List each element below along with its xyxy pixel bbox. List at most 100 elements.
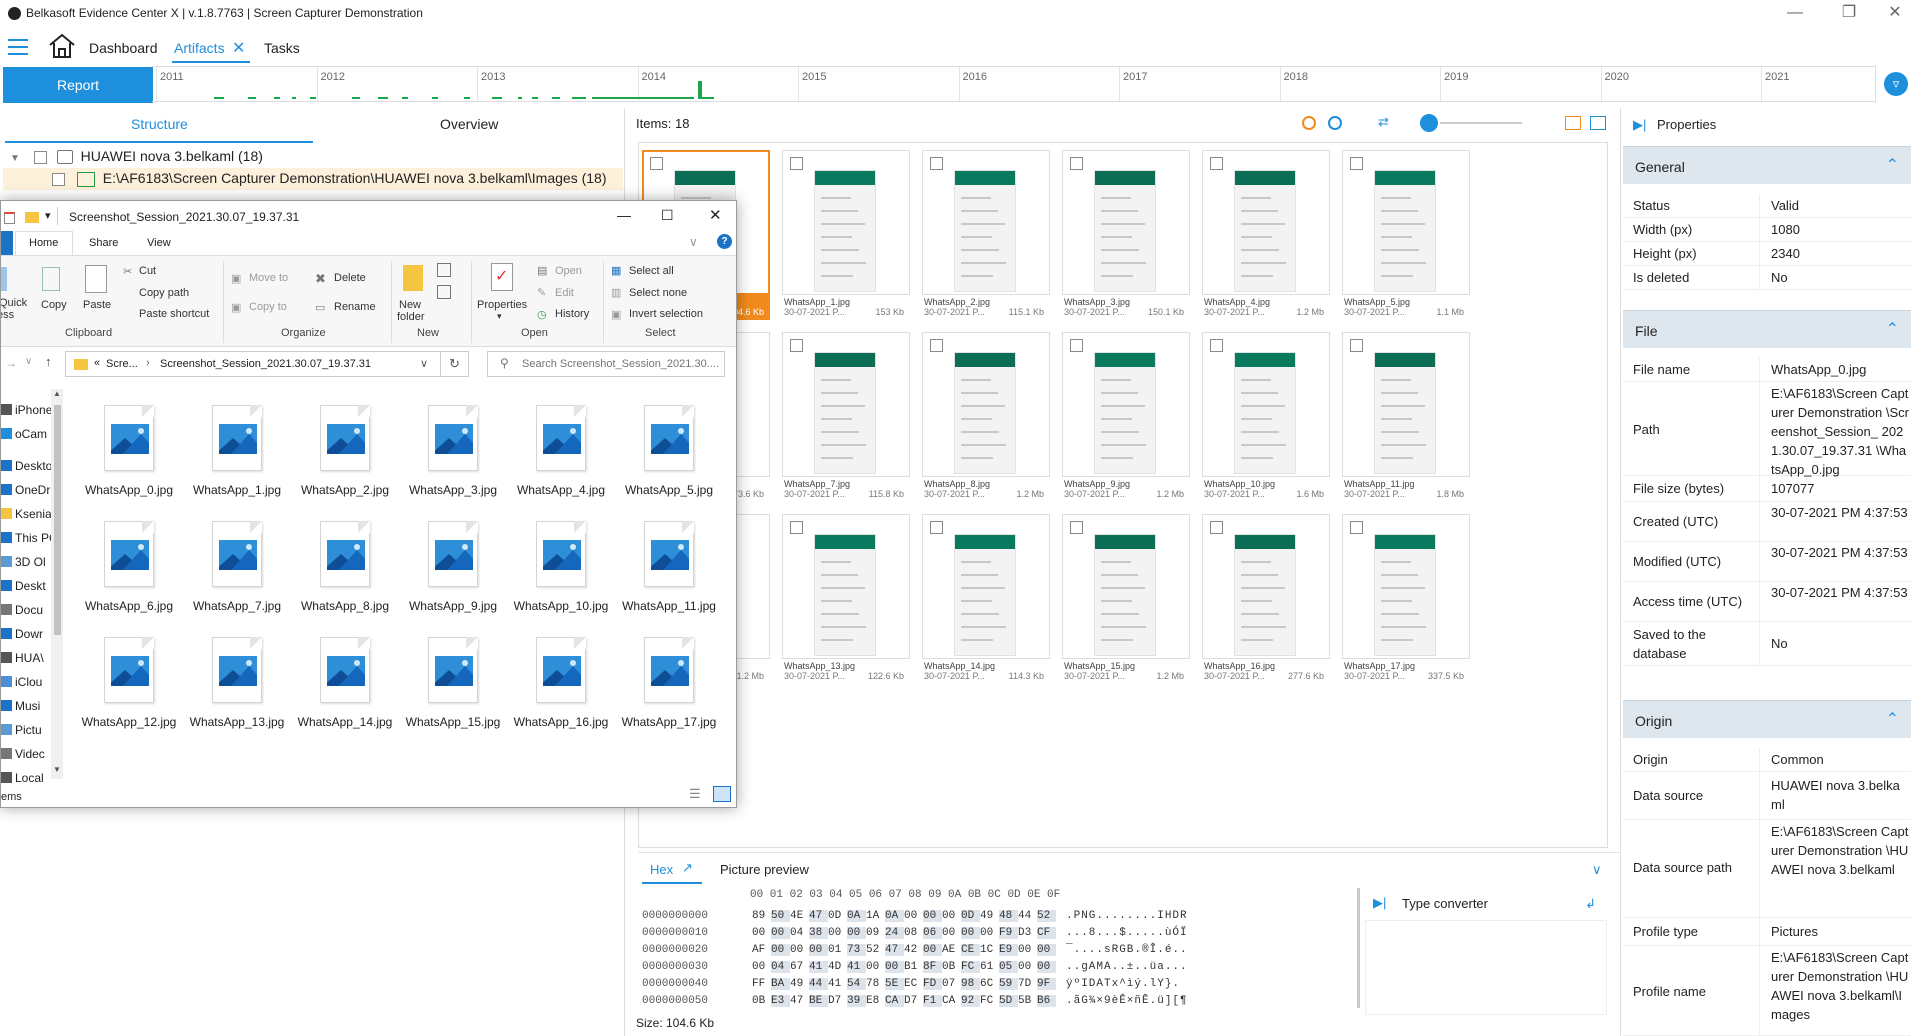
hex-byte[interactable]: 41 — [809, 961, 828, 973]
hex-byte[interactable]: 24 — [885, 927, 904, 939]
thumbnail-checkbox[interactable] — [1070, 157, 1083, 170]
tab-dashboard[interactable]: Dashboard — [89, 40, 158, 56]
thumbnail-item[interactable]: WhatsApp_17.jpg 30-07-2021 P... 337.5 Kb — [1342, 514, 1470, 686]
nav-pane-item[interactable]: Musi — [1, 699, 40, 713]
thumbnail-item[interactable]: WhatsApp_5.jpg 30-07-2021 P... 1.1 Mb — [1342, 150, 1470, 322]
zoom-slider[interactable] — [1440, 122, 1522, 124]
hex-byte[interactable]: 49 — [980, 910, 999, 922]
file-item[interactable]: WhatsApp_1.jpg — [189, 405, 285, 517]
copy-path-button[interactable]: Copy path — [139, 287, 189, 299]
timeline[interactable]: 2011 2012 2013 2014 2015 2016 2017 2018 2019 2020… — [152, 66, 1876, 102]
hex-byte[interactable]: 42 — [904, 944, 923, 956]
file-item[interactable]: WhatsApp_2.jpg — [297, 405, 393, 517]
back-icon[interactable]: → — [5, 356, 17, 370]
hex-byte[interactable]: BE — [809, 995, 828, 1007]
hex-byte[interactable]: 52 — [866, 944, 885, 956]
tree-child-checkbox[interactable] — [52, 172, 65, 186]
refresh-icon[interactable] — [1328, 116, 1342, 130]
qat-dropdown-icon[interactable]: ▾ — [45, 209, 51, 222]
details-view-icon[interactable]: ☰ — [689, 786, 701, 802]
hex-byte[interactable]: 61 — [980, 961, 999, 973]
filter-icon[interactable]: ▿ — [1884, 72, 1908, 96]
hex-byte[interactable]: 4E — [790, 910, 809, 922]
tree-child[interactable]: E:\AF6183\Screen Capturer Demonstration\… — [52, 170, 606, 187]
hex-byte[interactable]: 47 — [885, 944, 904, 956]
tab-hex[interactable]: Hex — [650, 862, 673, 877]
collapse-chevron-icon[interactable]: ∨ — [1592, 862, 1602, 878]
nav-pane-item[interactable]: oCam — [1, 427, 47, 441]
hex-byte[interactable]: CA — [885, 995, 904, 1007]
nav-pane-item[interactable]: Docu — [1, 603, 43, 617]
nav-pane-item[interactable]: Ksenia — [1, 507, 52, 521]
hex-byte[interactable]: 6C — [980, 978, 999, 990]
hamburger-menu-icon[interactable] — [8, 38, 28, 55]
properties-dropdown-icon[interactable]: ▾ — [497, 311, 502, 322]
tab-artifacts[interactable]: Artifacts — [174, 40, 225, 56]
file-item[interactable]: WhatsApp_12.jpg — [81, 637, 177, 749]
hex-byte[interactable]: 73 — [847, 944, 866, 956]
nav-pane-item[interactable]: 3D Ol — [1, 555, 46, 569]
easy-access-icon[interactable] — [437, 285, 451, 299]
hex-byte[interactable]: 44 — [809, 978, 828, 990]
nav-scrollbar[interactable]: ▲ ▼ — [51, 389, 63, 779]
hex-byte[interactable]: 78 — [866, 978, 885, 990]
thumbnail-item[interactable]: WhatsApp_3.jpg 30-07-2021 P... 150.1 Kb — [1062, 150, 1190, 322]
thumbnail-item[interactable]: WhatsApp_11.jpg 30-07-2021 P... 1.8 Mb — [1342, 332, 1470, 504]
paste-button[interactable]: Paste — [83, 299, 111, 311]
file-item[interactable]: WhatsApp_5.jpg — [621, 405, 717, 517]
help-icon[interactable]: ? — [717, 234, 732, 249]
tab-picture-preview[interactable]: Picture preview — [720, 862, 809, 877]
hex-byte[interactable]: 7D — [1018, 978, 1037, 990]
nav-pane-item[interactable]: This PC — [1, 531, 58, 545]
tab-home[interactable]: Home — [29, 237, 58, 249]
explorer-close-button[interactable]: ✕ — [709, 206, 722, 224]
collapse-up-icon[interactable]: ⌃ — [1886, 155, 1899, 175]
hex-byte[interactable]: 0B — [942, 961, 961, 973]
search-box[interactable]: ⚲ — [487, 351, 725, 377]
tab-overview[interactable]: Overview — [440, 116, 498, 132]
nav-pane-item[interactable]: Dowr — [1, 627, 43, 641]
file-item[interactable]: WhatsApp_17.jpg — [621, 637, 717, 749]
section-file[interactable]: File ⌃ — [1623, 310, 1911, 348]
hex-byte[interactable]: 00 — [771, 927, 790, 939]
hex-row[interactable]: 0000000010 00 00 04 38 00 00 09 24 08 06 00 00 00 F9 D3… — [642, 927, 1188, 939]
restore-button[interactable]: ❐ — [1834, 2, 1864, 24]
hex-byte[interactable]: 00 — [885, 961, 904, 973]
hex-byte[interactable]: 00 — [809, 944, 828, 956]
breadcrumb-current[interactable]: Screenshot_Session_2021.30.07_19.37.31 — [160, 358, 371, 370]
file-item[interactable]: WhatsApp_7.jpg — [189, 521, 285, 633]
hex-byte[interactable]: BA — [771, 978, 790, 990]
tree-root[interactable]: ▼ HUAWEI nova 3.belkaml (18) — [10, 148, 263, 165]
thumbnail-checkbox[interactable] — [1070, 339, 1083, 352]
hex-byte[interactable]: 38 — [809, 927, 828, 939]
hex-byte[interactable]: 98 — [961, 978, 980, 990]
hex-byte[interactable]: 5D — [999, 995, 1018, 1007]
file-item[interactable]: WhatsApp_16.jpg — [513, 637, 609, 749]
thumbnail-item[interactable]: WhatsApp_2.jpg 30-07-2021 P... 115.1 Kb — [922, 150, 1050, 322]
report-button[interactable]: Report — [3, 67, 153, 103]
thumbnail-item[interactable]: WhatsApp_15.jpg 30-07-2021 P... 1.2 Mb — [1062, 514, 1190, 686]
nav-pane-item[interactable]: iPhone — [1, 403, 52, 417]
hex-scrollbar[interactable] — [1357, 888, 1360, 1008]
hex-byte[interactable]: 92 — [961, 995, 980, 1007]
file-item[interactable]: WhatsApp_13.jpg — [189, 637, 285, 749]
new-folder-button[interactable]: New — [399, 299, 421, 311]
hex-byte[interactable]: 41 — [828, 978, 847, 990]
copy-to-button[interactable]: Copy to — [249, 301, 287, 313]
collapse-up-icon[interactable]: ⌃ — [1886, 319, 1899, 339]
properties-button[interactable]: Properties — [477, 299, 527, 311]
hex-byte[interactable]: E9 — [999, 944, 1018, 956]
up-icon[interactable]: ↑ — [45, 354, 52, 369]
file-item[interactable]: WhatsApp_9.jpg — [405, 521, 501, 633]
thumbnail-item[interactable]: WhatsApp_9.jpg 30-07-2021 P... 1.2 Mb — [1062, 332, 1190, 504]
hex-byte[interactable]: 00 — [1037, 961, 1056, 973]
hex-byte[interactable]: FC — [961, 961, 980, 973]
hex-byte[interactable]: 49 — [790, 978, 809, 990]
select-all-button[interactable]: Select all — [629, 265, 674, 277]
hex-byte[interactable]: 00 — [828, 927, 847, 939]
hex-byte[interactable]: 00 — [923, 910, 942, 922]
quick-access-icon[interactable] — [4, 212, 15, 224]
breadcrumb-item[interactable]: Scre... — [106, 358, 138, 370]
thumbnail-checkbox[interactable] — [790, 157, 803, 170]
cancel-icon[interactable] — [1302, 116, 1316, 130]
